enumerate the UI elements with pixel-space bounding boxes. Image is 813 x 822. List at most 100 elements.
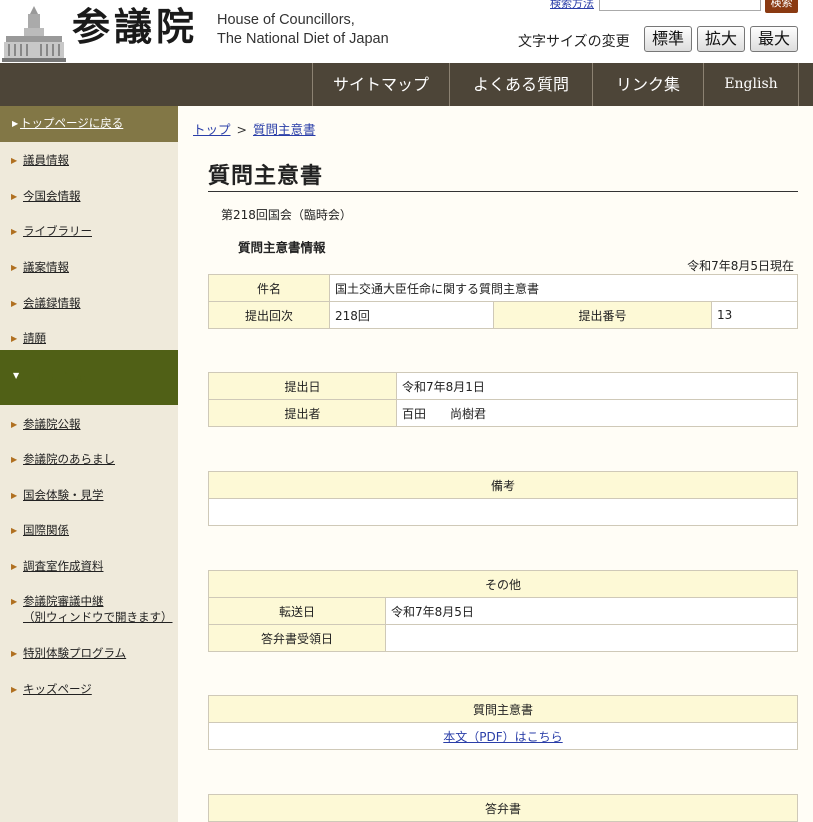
- arrow-right-icon: ▶: [11, 491, 18, 500]
- sidebar-item-petitions[interactable]: ▶ 請願: [0, 329, 178, 351]
- sidebar-item-live-stream[interactable]: ▶ 参議院審議中継 （別ウィンドウで開きます）: [0, 592, 178, 628]
- breadcrumb-separator: >: [236, 122, 247, 137]
- basic-info-table: 件名 国土交通大臣任命に関する質問主意書 提出回次 218回 提出番号 13: [208, 274, 798, 329]
- search-help-link[interactable]: 検索方法: [550, 0, 594, 11]
- breadcrumb: トップ > 質問主意書: [193, 119, 316, 138]
- question-document-table: 質問主意書 本文（PDF）はこちら: [208, 695, 798, 750]
- nav-english[interactable]: English: [703, 63, 799, 106]
- answer-header: 答弁書: [208, 794, 798, 822]
- submission-table: 提出日 令和7年8月1日 提出者 百田 尚樹君: [208, 372, 798, 427]
- subject-label: 件名: [208, 274, 330, 302]
- question-pdf-link[interactable]: 本文（PDF）はこちら: [443, 730, 562, 744]
- section-title: 質問主意書情報: [238, 240, 326, 255]
- search-button[interactable]: 検索: [765, 0, 798, 13]
- table-row: 本文（PDF）はこちら: [208, 722, 798, 750]
- sidebar-item-minutes[interactable]: ▶ 会議録情報: [0, 294, 178, 318]
- sidebar-item-questions[interactable]: ▼ 質問主意書: [0, 350, 178, 405]
- remarks-header: 備考: [208, 471, 798, 499]
- sidebar-item-label: 国際関係: [23, 523, 69, 537]
- session-number-value: 218回: [329, 301, 494, 329]
- sidebar-item-current-session[interactable]: ▶ 今国会情報: [0, 187, 178, 211]
- sidebar-item-top[interactable]: ▶ トップページに戻る: [0, 106, 178, 142]
- sidebar-item-international[interactable]: ▶ 国際関係: [0, 521, 178, 545]
- main-content: トップ > 質問主意書 質問主意書 第218回国会（臨時会） 質問主意書情報 令和7…: [178, 106, 813, 822]
- sidebar-item-label: キッズページ: [23, 682, 92, 696]
- sidebar-item-special-program[interactable]: ▶ 特別体験プログラム: [0, 644, 178, 668]
- font-size-standard-button[interactable]: 標準: [644, 26, 692, 52]
- sidebar-item-label: 参議院審議中継: [23, 594, 104, 608]
- diet-building-logo-icon[interactable]: [2, 4, 66, 62]
- arrow-right-icon: ▶: [11, 597, 18, 606]
- breadcrumb-current-link[interactable]: 質問主意書: [253, 122, 316, 137]
- subject-value: 国土交通大臣任命に関する質問主意書: [329, 274, 798, 302]
- sidebar-item-tour[interactable]: ▶ 国会体験・見学: [0, 486, 178, 510]
- sidebar-item-bills[interactable]: ▶ 議案情報: [0, 258, 178, 282]
- font-size-large-button[interactable]: 拡大: [697, 26, 745, 52]
- sidebar-item-label: 会議録情報: [23, 296, 81, 310]
- sidebar-item-label: 調査室作成資料: [23, 559, 104, 573]
- sidebar: ▶ トップページに戻る ▶ 議員情報 ▶ 今国会情報 ▶ ライブラリー ▶ 議案…: [0, 106, 178, 822]
- table-row: その他: [208, 570, 798, 598]
- answer-received-value: [385, 624, 798, 652]
- arrow-right-icon: ▶: [11, 420, 18, 429]
- font-size-label: 文字サイズの変更: [518, 34, 630, 50]
- arrow-right-icon: ▶: [11, 685, 18, 694]
- breadcrumb-top-link[interactable]: トップ: [193, 122, 231, 137]
- arrow-right-icon: ▶: [11, 526, 18, 535]
- arrow-right-icon: ▶: [11, 263, 18, 272]
- sidebar-item-research[interactable]: ▶ 調査室作成資料: [0, 557, 178, 581]
- submission-number-label: 提出番号: [493, 301, 712, 329]
- search-input[interactable]: [599, 0, 761, 11]
- sidebar-item-label: 議員情報: [23, 153, 69, 167]
- sidebar-item-label: 請願: [23, 331, 46, 345]
- nav-faq[interactable]: よくある質問: [449, 63, 592, 106]
- site-logo-kanji[interactable]: 参議院: [72, 4, 198, 50]
- table-row: 備考: [208, 471, 798, 499]
- arrow-right-icon: ▶: [11, 334, 18, 343]
- sidebar-item-overview[interactable]: ▶ 参議院のあらまし: [0, 450, 178, 474]
- submitter-label: 提出者: [208, 399, 397, 427]
- nav-sitemap[interactable]: サイトマップ: [312, 63, 449, 106]
- sidebar-item-bulletin[interactable]: ▶ 参議院公報: [0, 415, 178, 439]
- nav-links[interactable]: リンク集: [592, 63, 703, 106]
- site-header: 参議院 House of Councillors, The National D…: [0, 0, 813, 63]
- session-label: 第218回国会（臨時会）: [221, 208, 352, 222]
- transfer-date-label: 転送日: [208, 597, 386, 625]
- table-row: 答弁書: [208, 794, 798, 822]
- arrow-right-icon: ▶: [11, 156, 18, 165]
- arrow-down-icon: ▼: [13, 371, 20, 380]
- sidebar-item-members[interactable]: ▶ 議員情報: [0, 151, 178, 175]
- global-nav: サイトマップ よくある質問 リンク集 English: [0, 63, 813, 106]
- submission-date-value: 令和7年8月1日: [396, 372, 798, 400]
- title-divider: [208, 191, 798, 192]
- other-table: その他 転送日 令和7年8月5日 答弁書受領日: [208, 570, 798, 652]
- table-row: 件名 国土交通大臣任命に関する質問主意書: [208, 274, 798, 302]
- table-row: 転送日 令和7年8月5日: [208, 597, 798, 625]
- arrow-right-icon: ▶: [11, 192, 18, 201]
- table-row: [208, 498, 798, 526]
- as-of-date: 令和7年8月5日現在: [687, 259, 794, 273]
- table-row: 提出回次 218回 提出番号 13: [208, 301, 798, 329]
- submission-date-label: 提出日: [208, 372, 397, 400]
- answer-received-label: 答弁書受領日: [208, 624, 386, 652]
- site-logo-english[interactable]: House of Councillors, The National Diet …: [217, 11, 389, 49]
- sidebar-item-kids[interactable]: ▶ キッズページ: [0, 680, 178, 704]
- arrow-right-icon: ▶: [12, 119, 19, 128]
- page-title: 質問主意書: [208, 163, 324, 189]
- question-document-cell: 本文（PDF）はこちら: [208, 722, 798, 750]
- sidebar-item-label: 今国会情報: [23, 189, 81, 203]
- remarks-value: [208, 498, 798, 526]
- submission-number-value: 13: [711, 301, 798, 329]
- sidebar-item-label: 参議院のあらまし: [23, 452, 115, 466]
- sidebar-item-label-note: （別ウィンドウで開きます）: [23, 610, 173, 624]
- sidebar-item-library[interactable]: ▶ ライブラリー: [0, 222, 178, 246]
- other-header: その他: [208, 570, 798, 598]
- table-row: 提出日 令和7年8月1日: [208, 372, 798, 400]
- font-size-max-button[interactable]: 最大: [750, 26, 798, 52]
- sidebar-item-label: 特別体験プログラム: [23, 646, 127, 660]
- arrow-right-icon: ▶: [11, 562, 18, 571]
- transfer-date-value: 令和7年8月5日: [385, 597, 798, 625]
- arrow-right-icon: ▶: [11, 649, 18, 658]
- logo-en-line2: The National Diet of Japan: [217, 31, 389, 47]
- arrow-right-icon: ▶: [11, 299, 18, 308]
